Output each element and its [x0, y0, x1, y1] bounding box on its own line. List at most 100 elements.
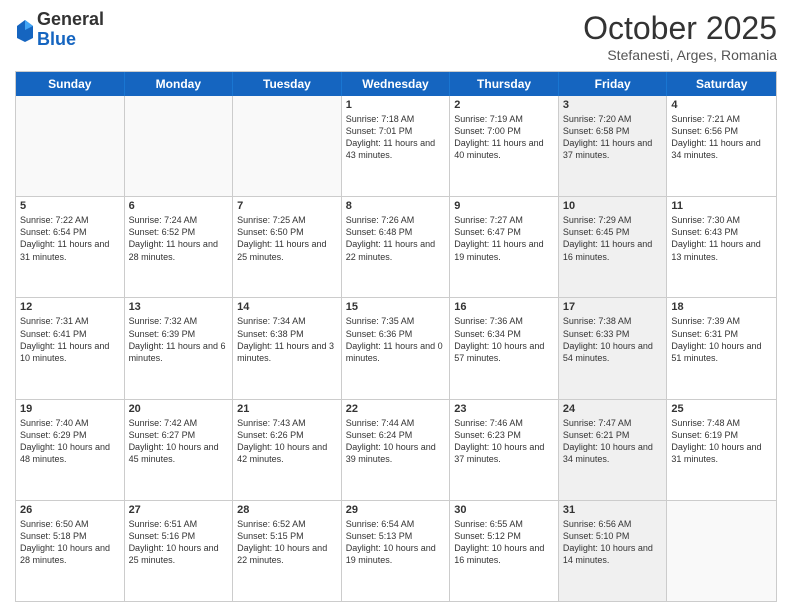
- day-number: 15: [346, 301, 446, 313]
- day-cell-1: 1 Sunrise: 7:18 AM Sunset: 7:01 PM Daylig…: [342, 96, 451, 196]
- day-number: 1: [346, 99, 446, 111]
- day-number: 3: [563, 99, 663, 111]
- day-number: 16: [454, 301, 554, 313]
- calendar: SundayMondayTuesdayWednesdayThursdayFrid…: [15, 71, 777, 602]
- weekday-header-wednesday: Wednesday: [342, 72, 451, 96]
- day-cell-23: 23 Sunrise: 7:46 AM Sunset: 6:23 PM Dayli…: [450, 400, 559, 500]
- day-cell-22: 22 Sunrise: 7:44 AM Sunset: 6:24 PM Dayli…: [342, 400, 451, 500]
- day-info: Sunrise: 7:18 AM Sunset: 7:01 PM Dayligh…: [346, 113, 446, 162]
- day-info: Sunrise: 7:42 AM Sunset: 6:27 PM Dayligh…: [129, 417, 229, 466]
- day-info: Sunrise: 7:21 AM Sunset: 6:56 PM Dayligh…: [671, 113, 772, 162]
- calendar-row-4: 26Sunrise: 6:50 AM Sunset: 5:18 PM Dayli…: [16, 500, 776, 601]
- day-info: Sunrise: 7:29 AM Sunset: 6:45 PM Dayligh…: [563, 214, 663, 263]
- day-info: Sunrise: 7:34 AM Sunset: 6:38 PM Dayligh…: [237, 315, 337, 364]
- empty-cell-0-0: [16, 96, 125, 196]
- day-cell-5: 5 Sunrise: 7:22 AM Sunset: 6:54 PM Daylig…: [16, 197, 125, 297]
- day-cell-10: 10Sunrise: 7:29 AM Sunset: 6:45 PM Dayli…: [559, 197, 668, 297]
- day-info: Sunrise: 6:52 AM Sunset: 5:15 PM Dayligh…: [237, 518, 337, 567]
- day-cell-2: 2Sunrise: 7:19 AM Sunset: 7:00 PM Daylig…: [450, 96, 559, 196]
- day-number: 18: [671, 301, 772, 313]
- day-number: 23: [454, 403, 554, 415]
- day-number: 21: [237, 403, 337, 415]
- day-cell-31: 31 Sunrise: 6:56 AM Sunset: 5:10 PM Dayli…: [559, 501, 668, 601]
- day-cell-18: 18 Sunrise: 7:39 AM Sunset: 6:31 PM Dayli…: [667, 298, 776, 398]
- weekday-header-thursday: Thursday: [450, 72, 559, 96]
- weekday-header-tuesday: Tuesday: [233, 72, 342, 96]
- day-cell-14: 14 Sunrise: 7:34 AM Sunset: 6:38 PM Dayli…: [233, 298, 342, 398]
- day-info: Sunrise: 7:19 AM Sunset: 7:00 PM Dayligh…: [454, 113, 554, 162]
- day-info: Sunrise: 7:38 AM Sunset: 6:33 PM Dayligh…: [563, 315, 663, 364]
- day-number: 9: [454, 200, 554, 212]
- title-block: October 2025 Stefanesti, Arges, Romania: [583, 10, 777, 63]
- month-title: October 2025: [583, 10, 777, 47]
- day-cell-26: 26Sunrise: 6:50 AM Sunset: 5:18 PM Dayli…: [16, 501, 125, 601]
- page: General Blue October 2025 Stefanesti, Ar…: [0, 0, 792, 612]
- day-cell-16: 16 Sunrise: 7:36 AM Sunset: 6:34 PM Dayli…: [450, 298, 559, 398]
- day-number: 8: [346, 200, 446, 212]
- logo: General Blue: [15, 10, 104, 50]
- header: General Blue October 2025 Stefanesti, Ar…: [15, 10, 777, 63]
- day-cell-29: 29Sunrise: 6:54 AM Sunset: 5:13 PM Dayli…: [342, 501, 451, 601]
- day-number: 11: [671, 200, 772, 212]
- day-info: Sunrise: 7:24 AM Sunset: 6:52 PM Dayligh…: [129, 214, 229, 263]
- day-number: 12: [20, 301, 120, 313]
- calendar-header: SundayMondayTuesdayWednesdayThursdayFrid…: [16, 72, 776, 96]
- logo-general: General: [37, 10, 104, 30]
- day-info: Sunrise: 7:39 AM Sunset: 6:31 PM Dayligh…: [671, 315, 772, 364]
- day-number: 17: [563, 301, 663, 313]
- empty-cell-0-1: [125, 96, 234, 196]
- day-info: Sunrise: 7:44 AM Sunset: 6:24 PM Dayligh…: [346, 417, 446, 466]
- day-cell-11: 11 Sunrise: 7:30 AM Sunset: 6:43 PM Dayli…: [667, 197, 776, 297]
- day-number: 24: [563, 403, 663, 415]
- day-cell-9: 9 Sunrise: 7:27 AM Sunset: 6:47 PM Daylig…: [450, 197, 559, 297]
- day-number: 30: [454, 504, 554, 516]
- subtitle: Stefanesti, Arges, Romania: [583, 47, 777, 63]
- day-number: 19: [20, 403, 120, 415]
- empty-cell-0-2: [233, 96, 342, 196]
- day-info: Sunrise: 7:48 AM Sunset: 6:19 PM Dayligh…: [671, 417, 772, 466]
- weekday-header-monday: Monday: [125, 72, 234, 96]
- day-cell-12: 12Sunrise: 7:31 AM Sunset: 6:41 PM Dayli…: [16, 298, 125, 398]
- day-cell-19: 19Sunrise: 7:40 AM Sunset: 6:29 PM Dayli…: [16, 400, 125, 500]
- day-info: Sunrise: 7:32 AM Sunset: 6:39 PM Dayligh…: [129, 315, 229, 364]
- day-number: 13: [129, 301, 229, 313]
- day-info: Sunrise: 6:50 AM Sunset: 5:18 PM Dayligh…: [20, 518, 120, 567]
- day-info: Sunrise: 7:27 AM Sunset: 6:47 PM Dayligh…: [454, 214, 554, 263]
- day-cell-30: 30 Sunrise: 6:55 AM Sunset: 5:12 PM Dayli…: [450, 501, 559, 601]
- day-cell-15: 15Sunrise: 7:35 AM Sunset: 6:36 PM Dayli…: [342, 298, 451, 398]
- day-number: 25: [671, 403, 772, 415]
- day-cell-13: 13 Sunrise: 7:32 AM Sunset: 6:39 PM Dayli…: [125, 298, 234, 398]
- day-cell-25: 25 Sunrise: 7:48 AM Sunset: 6:19 PM Dayli…: [667, 400, 776, 500]
- logo-text: General Blue: [37, 10, 104, 50]
- empty-cell-4-6: [667, 501, 776, 601]
- day-cell-4: 4 Sunrise: 7:21 AM Sunset: 6:56 PM Daylig…: [667, 96, 776, 196]
- day-info: Sunrise: 7:25 AM Sunset: 6:50 PM Dayligh…: [237, 214, 337, 263]
- weekday-header-friday: Friday: [559, 72, 668, 96]
- day-info: Sunrise: 7:22 AM Sunset: 6:54 PM Dayligh…: [20, 214, 120, 263]
- day-cell-7: 7 Sunrise: 7:25 AM Sunset: 6:50 PM Daylig…: [233, 197, 342, 297]
- day-cell-8: 8Sunrise: 7:26 AM Sunset: 6:48 PM Daylig…: [342, 197, 451, 297]
- day-info: Sunrise: 6:56 AM Sunset: 5:10 PM Dayligh…: [563, 518, 663, 567]
- weekday-header-sunday: Sunday: [16, 72, 125, 96]
- day-number: 7: [237, 200, 337, 212]
- day-number: 14: [237, 301, 337, 313]
- day-cell-28: 28Sunrise: 6:52 AM Sunset: 5:15 PM Dayli…: [233, 501, 342, 601]
- day-cell-20: 20 Sunrise: 7:42 AM Sunset: 6:27 PM Dayli…: [125, 400, 234, 500]
- calendar-body: 1 Sunrise: 7:18 AM Sunset: 7:01 PM Daylig…: [16, 96, 776, 601]
- day-number: 4: [671, 99, 772, 111]
- calendar-row-1: 5 Sunrise: 7:22 AM Sunset: 6:54 PM Daylig…: [16, 196, 776, 297]
- logo-blue: Blue: [37, 30, 104, 50]
- day-info: Sunrise: 6:54 AM Sunset: 5:13 PM Dayligh…: [346, 518, 446, 567]
- day-info: Sunrise: 6:51 AM Sunset: 5:16 PM Dayligh…: [129, 518, 229, 567]
- day-number: 5: [20, 200, 120, 212]
- day-info: Sunrise: 7:46 AM Sunset: 6:23 PM Dayligh…: [454, 417, 554, 466]
- day-number: 22: [346, 403, 446, 415]
- day-info: Sunrise: 7:20 AM Sunset: 6:58 PM Dayligh…: [563, 113, 663, 162]
- day-info: Sunrise: 7:30 AM Sunset: 6:43 PM Dayligh…: [671, 214, 772, 263]
- day-cell-3: 3 Sunrise: 7:20 AM Sunset: 6:58 PM Daylig…: [559, 96, 668, 196]
- day-info: Sunrise: 6:55 AM Sunset: 5:12 PM Dayligh…: [454, 518, 554, 567]
- calendar-row-3: 19Sunrise: 7:40 AM Sunset: 6:29 PM Dayli…: [16, 399, 776, 500]
- day-number: 31: [563, 504, 663, 516]
- day-number: 20: [129, 403, 229, 415]
- day-info: Sunrise: 7:36 AM Sunset: 6:34 PM Dayligh…: [454, 315, 554, 364]
